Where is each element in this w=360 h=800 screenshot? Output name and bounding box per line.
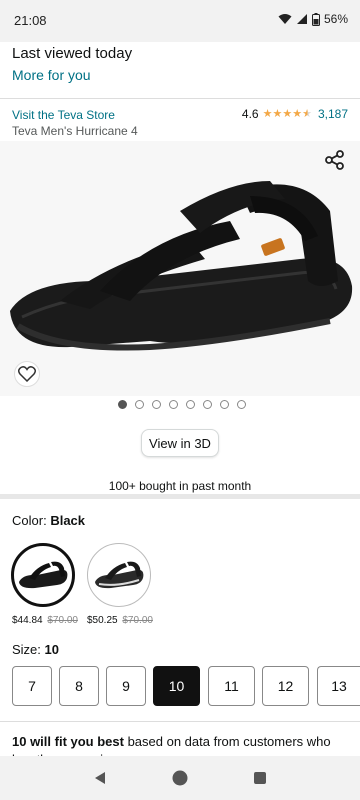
fit-recommendation-bold: 10 will fit you best [12, 734, 124, 749]
color-label: Color: Black [12, 513, 85, 528]
list-price: $70.00 [47, 615, 78, 626]
last-viewed-title: Last viewed today [12, 45, 133, 62]
size-option-selected[interactable]: 10 [153, 666, 200, 706]
battery-percent: 56% [323, 12, 348, 26]
fit-recommendation: 10 will fit you best based on data from … [12, 733, 352, 756]
share-button[interactable] [324, 149, 346, 171]
carousel-dot[interactable] [118, 400, 127, 409]
star-half-icon: ★ [302, 108, 312, 120]
more-for-you-link[interactable]: More for you [12, 67, 91, 83]
carousel-dot[interactable] [135, 400, 144, 409]
size-label: Size: 10 [12, 642, 59, 657]
divider [0, 721, 360, 722]
star-icon: ★ [272, 108, 283, 120]
size-option[interactable]: 8 [59, 666, 99, 706]
color-option-price: $44.84 $70.00 [12, 615, 78, 626]
list-price: $70.00 [122, 615, 153, 626]
size-selected-value: 10 [44, 642, 59, 657]
swatch-image [95, 561, 144, 589]
share-icon [325, 150, 344, 170]
rating-count[interactable]: 3,187 [318, 107, 348, 121]
wishlist-button[interactable] [14, 361, 40, 387]
star-icon: ★ [282, 108, 293, 120]
size-option[interactable]: 7 [12, 666, 52, 706]
signal-icon [296, 14, 307, 24]
star-icon: ★ [292, 108, 303, 120]
size-option[interactable]: 13 [317, 666, 360, 706]
sale-price: $50.25 [87, 615, 118, 626]
swatch-image [19, 561, 68, 589]
section-separator [0, 494, 360, 499]
color-option-price: $50.25 $70.00 [87, 615, 153, 626]
carousel-dot[interactable] [186, 400, 195, 409]
product-image [10, 181, 353, 351]
product-image-carousel[interactable] [0, 141, 360, 396]
recents-icon[interactable] [252, 770, 268, 786]
carousel-dot[interactable] [152, 400, 161, 409]
battery-icon [311, 12, 320, 26]
color-swatch-selected[interactable] [11, 543, 75, 607]
carousel-dot[interactable] [203, 400, 212, 409]
carousel-indicator [118, 400, 246, 409]
color-label-prefix: Color: [12, 513, 47, 528]
status-time: 21:08 [14, 13, 47, 28]
star-icon: ★ [262, 108, 273, 120]
home-icon[interactable] [171, 769, 189, 787]
color-swatch-option[interactable] [87, 543, 151, 607]
system-navigation-bar [0, 756, 360, 800]
status-icons: 56% [278, 12, 348, 26]
rating-stars: ★ ★ ★ ★ ★ [263, 108, 312, 120]
divider [0, 98, 360, 99]
sale-price: $44.84 [12, 615, 43, 626]
product-name: Teva Men's Hurricane 4 [12, 124, 138, 138]
view-in-3d-button[interactable]: View in 3D [141, 429, 219, 457]
store-link[interactable]: Visit the Teva Store [12, 108, 115, 122]
wifi-icon [278, 14, 292, 24]
color-selected-value: Black [50, 513, 86, 528]
rating-value: 4.6 [241, 107, 259, 121]
size-option[interactable]: 9 [106, 666, 146, 706]
size-label-prefix: Size: [12, 642, 41, 657]
bought-count: 100+ bought in past month [108, 479, 252, 493]
carousel-dot[interactable] [220, 400, 229, 409]
back-icon[interactable] [92, 770, 108, 786]
rating[interactable]: 4.6 ★ ★ ★ ★ ★ 3,187 [242, 107, 348, 121]
status-bar: 21:08 56% [0, 0, 360, 42]
size-option[interactable]: 11 [208, 666, 255, 706]
size-option[interactable]: 12 [262, 666, 309, 706]
heart-icon [18, 366, 36, 382]
carousel-dot[interactable] [169, 400, 178, 409]
carousel-dot[interactable] [237, 400, 246, 409]
